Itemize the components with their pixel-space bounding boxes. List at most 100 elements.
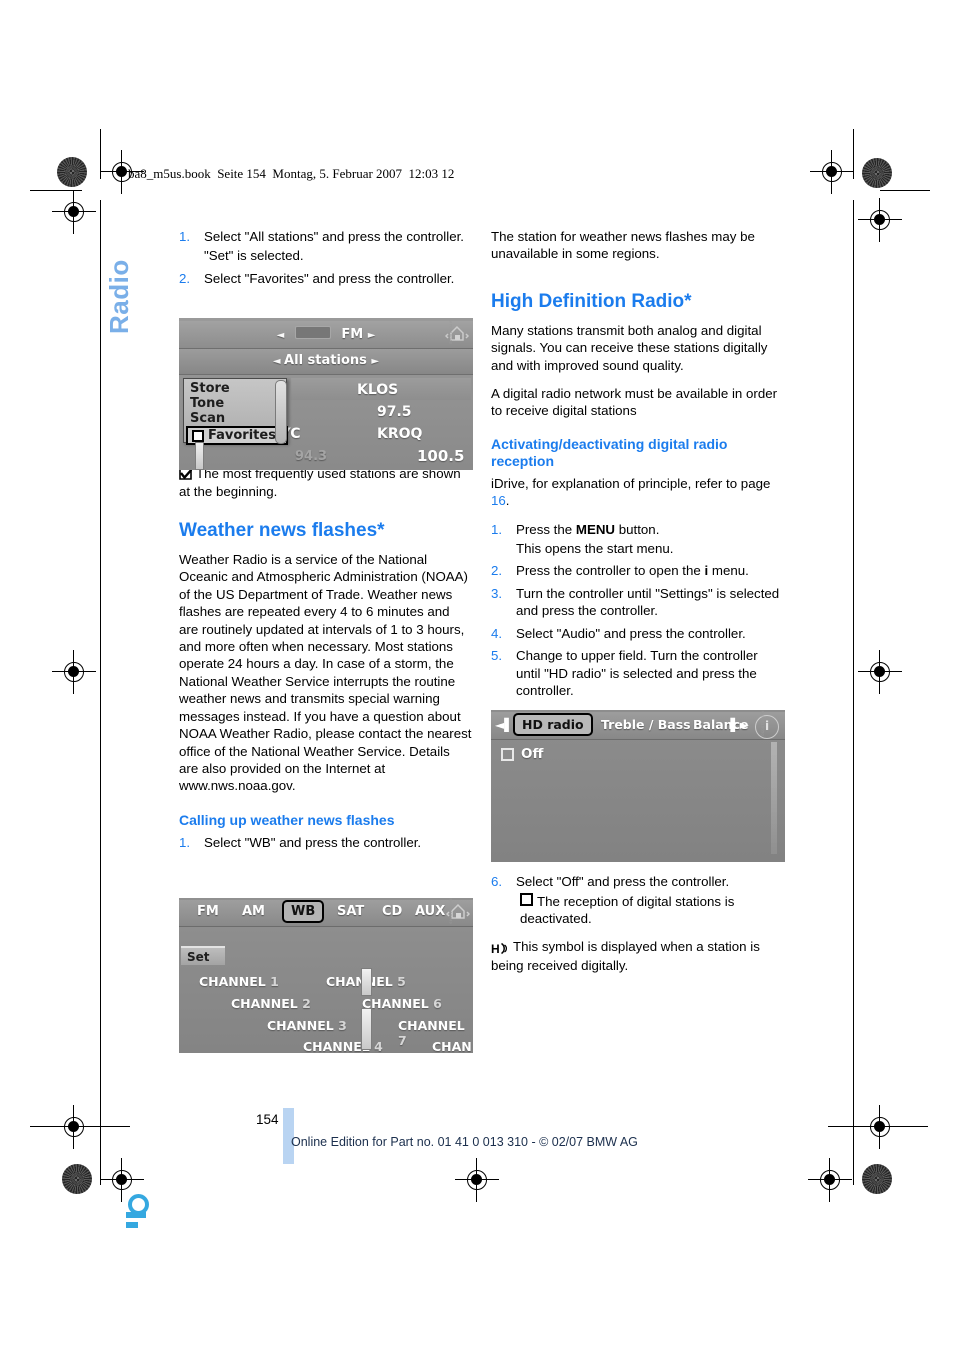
next-arrow-icon[interactable]: ►: [368, 330, 376, 341]
menu-item-store[interactable]: Store: [190, 381, 286, 396]
hd-body-1: Many stations transmit both analog and d…: [491, 322, 768, 373]
hd-radio-icon: H: [491, 940, 509, 957]
steps-calling-list-first: 1. Select "WB" and press the controller.: [179, 834, 472, 851]
registration-mark-left-middle: [52, 650, 96, 694]
halftone-circle-top-right: [862, 158, 892, 188]
trim-line-bottom-right: [828, 1126, 928, 1127]
print-cyan-dot: [128, 1194, 149, 1215]
tab-hd-radio[interactable]: HD radio: [513, 713, 593, 736]
trim-line-left-upper: [30, 190, 82, 191]
list-item: 1. Press the MENU button. This opens the …: [491, 521, 784, 558]
source-prev-arrow-icon[interactable]: ◄: [273, 356, 284, 367]
source-next-arrow-icon[interactable]: ►: [371, 356, 379, 367]
list-item: 2. Press the controller to open the i men…: [491, 562, 784, 579]
band-label: FM: [341, 327, 364, 342]
station-freq-2: 94.3: [295, 449, 328, 464]
channel-2[interactable]: CHANNEL 2: [231, 996, 311, 1011]
step-number: 4.: [491, 625, 503, 641]
menu-item-tone[interactable]: Tone: [190, 396, 286, 411]
checkbox-icon: [501, 747, 514, 761]
list-scrollbar[interactable]: [195, 442, 204, 470]
tab-fm[interactable]: FM: [197, 904, 219, 919]
station-name-3[interactable]: KROQ: [377, 426, 422, 442]
heading-high-definition-radio: High Definition Radio*: [491, 290, 692, 312]
channel-8[interactable]: CHAN: [432, 1039, 472, 1053]
prev-arrow-icon[interactable]: ◄: [277, 330, 285, 341]
trim-line-left-bar: [100, 200, 101, 1185]
tab-wb[interactable]: WB: [282, 900, 325, 923]
set-button[interactable]: Set: [181, 946, 225, 965]
tab-cd[interactable]: CD: [382, 904, 402, 919]
step-text: Select "Favorites" and press the control…: [204, 270, 455, 286]
source-label[interactable]: All stations: [284, 353, 367, 368]
menu-item-scan[interactable]: Scan: [190, 411, 286, 426]
halftone-circle-top-left: [57, 157, 87, 187]
step-subtext-box: The reception of digital stations is dea…: [516, 892, 784, 928]
station-name-1[interactable]: KLOS: [357, 382, 398, 398]
figure-id-label: VZXDIGIT0010049: [448, 898, 454, 925]
step-text-pre: Press the controller to open the: [516, 563, 705, 579]
step-text: Select "WB" and press the controller.: [204, 834, 422, 850]
channel-3[interactable]: CHANNEL 3: [267, 1018, 347, 1033]
step-number: 1.: [491, 521, 503, 537]
figure-id-label: VZXDIGIT0010050: [760, 710, 766, 737]
tab-treble-bass[interactable]: Treble / Bass: [601, 717, 691, 732]
checkbox-icon: [192, 429, 204, 442]
figure-id-label: VZXDIGIT0010048: [448, 318, 454, 345]
vertical-scrollbar-lower[interactable]: [361, 1008, 372, 1050]
menu-scrollbar[interactable]: [275, 380, 287, 444]
steps-favorites-list: 1. Select "All stations" and press the c…: [179, 228, 472, 287]
screenshot-wb-channels: FM AM WB SAT CD AUX Set CHANNEL 1 CHANNE…: [179, 898, 473, 1053]
band-row: ◄ FM ►: [179, 326, 473, 342]
steps-hd-list: 1. Press the MENU button. This opens the …: [491, 521, 784, 700]
heading-weather-news-flashes: Weather news flashes*: [179, 520, 385, 542]
idrive-reference-pre: iDrive, for explanation of principle, re…: [491, 475, 771, 491]
vertical-scrollbar-upper[interactable]: [361, 968, 372, 996]
step-number: 5.: [491, 648, 503, 664]
list-item: 1. Select "All stations" and press the c…: [179, 228, 472, 265]
menu-item-favorites-label: Favorites: [208, 428, 276, 443]
note-hd-symbol-text: This symbol is displayed when a station …: [491, 938, 760, 973]
channel-6[interactable]: CHANNEL 6: [362, 996, 442, 1011]
note-hd-symbol: H This symbol is displayed when a statio…: [491, 938, 784, 975]
source-row: ◄ All stations ►: [179, 353, 473, 368]
list-item: 3. Turn the controller until "Settings" i…: [491, 585, 784, 620]
vertical-scrollbar[interactable]: [771, 742, 777, 854]
trim-line-top-left: [100, 129, 101, 179]
station-freq-3: 100.5: [417, 447, 465, 465]
tab-aux[interactable]: AUX: [415, 904, 445, 919]
edition-footer: Online Edition for Part no. 01 41 0 013 …: [291, 1135, 638, 1149]
registration-mark-bottom-center: [455, 1158, 499, 1202]
next-arrow-icon[interactable]: ▌►: [731, 718, 749, 732]
channel-1[interactable]: CHANNEL 1: [199, 974, 279, 989]
step-text-post: menu.: [708, 563, 749, 579]
step-text: Select "Off" and press the controller.: [516, 874, 730, 890]
tab-am[interactable]: AM: [242, 904, 265, 919]
registration-mark-right-lower: [858, 1105, 902, 1149]
right-column: The station for weather news flashes may…: [491, 228, 784, 985]
screenshot-fm-all-stations: ◄ FM ► ◄ All stations ► KLOS 97.5 ...NYC…: [179, 318, 473, 470]
list-item: 1. Select "WB" and press the controller.: [179, 834, 472, 851]
step-subtext: This opens the start menu.: [516, 541, 674, 557]
menu-button-label: MENU: [575, 521, 616, 537]
weather-body-text: Weather Radio is a service of the Nation…: [179, 552, 472, 794]
heading-activating-digital-radio: Activating/deactivating digital radio re…: [491, 435, 728, 469]
page-reference-link[interactable]: 16: [491, 493, 506, 508]
idrive-reference: iDrive, for explanation of principle, re…: [491, 475, 784, 510]
screenshot-hd-radio-settings: ◄▌ HD radio Treble / Bass Balance ▌► i O…: [491, 710, 785, 862]
hd-body-2: A digital radio network must be availabl…: [491, 386, 778, 419]
tab-sat[interactable]: SAT: [337, 904, 364, 919]
step-text: Turn the controller until "Settings" is …: [516, 585, 780, 619]
radio-device-icon: [294, 326, 331, 339]
option-off[interactable]: Off: [501, 746, 543, 762]
list-item: 6. Select "Off" and press the controller.…: [491, 873, 784, 927]
list-item: 4. Select "Audio" and press the controlle…: [491, 625, 784, 642]
steps-hd-list-cont: 6. Select "Off" and press the controller.…: [491, 873, 784, 927]
trim-line-top-right: [853, 129, 854, 179]
step-number: 3.: [491, 585, 503, 601]
chapter-tab-label: Radio: [104, 259, 134, 334]
prev-arrow-icon[interactable]: ◄▌: [495, 718, 513, 732]
step-text: Change to upper field. Turn the controll…: [516, 648, 758, 698]
chapter-tab-radio: Radio: [98, 212, 138, 342]
info-icon[interactable]: i: [755, 715, 779, 739]
